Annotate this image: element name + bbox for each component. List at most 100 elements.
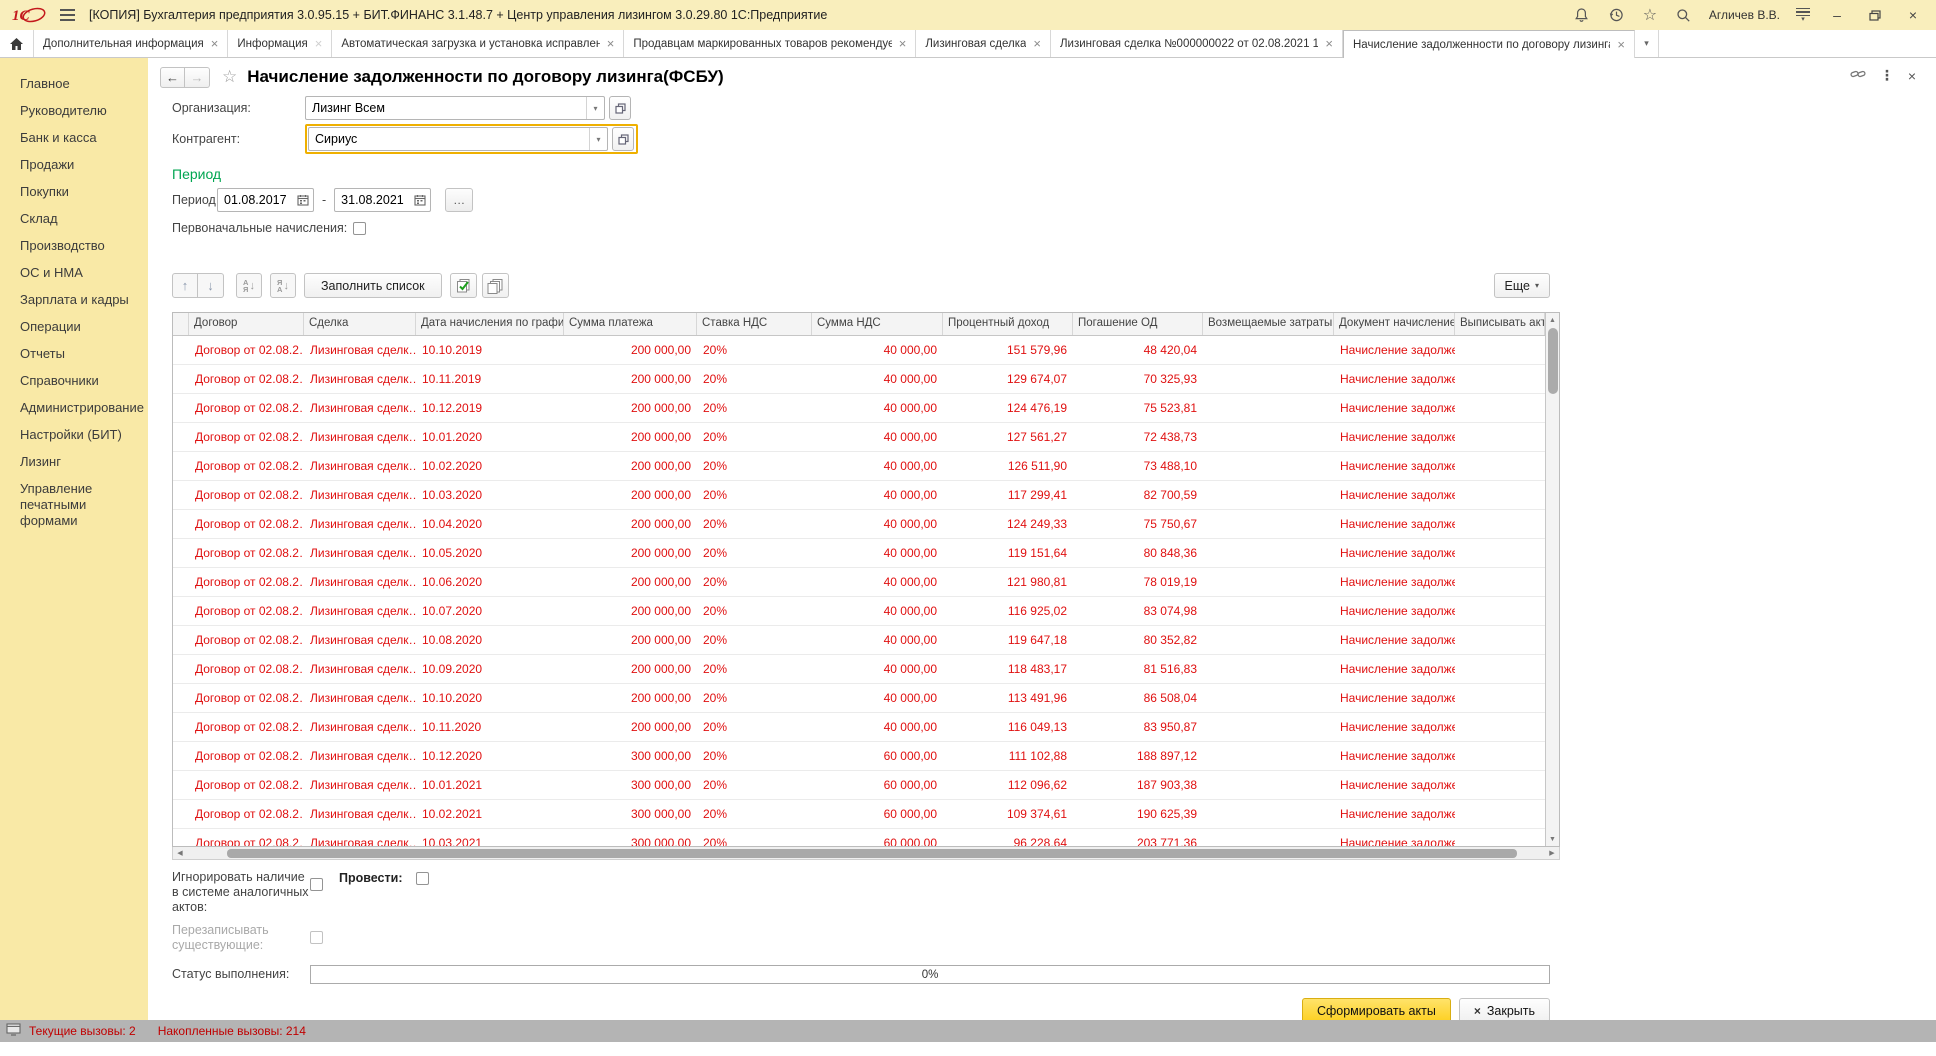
row-select[interactable] (173, 510, 189, 538)
column-header-4[interactable]: Сумма платежа (564, 313, 697, 335)
cell-document[interactable]: Начисление задолже… (1334, 684, 1455, 712)
cell-document[interactable]: Начисление задолже… (1334, 742, 1455, 770)
table-row[interactable]: Договор от 02.08.2…Лизинговая сделк…10.0… (173, 423, 1545, 452)
cell-vat-sum[interactable]: 40 000,00 (812, 394, 943, 422)
more-menu-icon[interactable]: ⋮ (1880, 67, 1894, 84)
cell-date[interactable]: 10.06.2020 (416, 568, 564, 596)
cell-reimbursed[interactable] (1203, 423, 1334, 451)
row-select[interactable] (173, 394, 189, 422)
cell-interest[interactable]: 121 980,81 (943, 568, 1073, 596)
tab-close-icon[interactable]: × (211, 39, 219, 49)
home-tab[interactable] (0, 30, 34, 57)
row-select[interactable] (173, 481, 189, 509)
get-link-icon[interactable] (1850, 67, 1866, 84)
cell-date[interactable]: 10.09.2020 (416, 655, 564, 683)
cell-deal[interactable]: Лизинговая сделк… (304, 829, 416, 846)
cell-date[interactable]: 10.10.2019 (416, 336, 564, 364)
cell-payment[interactable]: 200 000,00 (564, 713, 697, 741)
cell-interest[interactable]: 96 228,64 (943, 829, 1073, 846)
cell-act[interactable] (1455, 452, 1545, 480)
move-up-button[interactable]: ↑ (172, 273, 198, 298)
cell-interest[interactable]: 112 096,62 (943, 771, 1073, 799)
cell-vat-rate[interactable]: 20% (697, 510, 812, 538)
row-select[interactable] (173, 597, 189, 625)
sidebar-item-2[interactable]: Банк и касса (20, 124, 142, 151)
cell-vat-rate[interactable]: 20% (697, 771, 812, 799)
current-user[interactable]: Агличев В.В. (1709, 8, 1780, 22)
cell-document[interactable]: Начисление задолже… (1334, 829, 1455, 846)
cell-vat-sum[interactable]: 40 000,00 (812, 510, 943, 538)
cell-contract[interactable]: Договор от 02.08.2… (189, 742, 304, 770)
cell-principal[interactable]: 83 074,98 (1073, 597, 1203, 625)
table-row[interactable]: Договор от 02.08.2…Лизинговая сделк…10.0… (173, 539, 1545, 568)
cell-act[interactable] (1455, 655, 1545, 683)
cell-document[interactable]: Начисление задолже… (1334, 539, 1455, 567)
minimize-button[interactable]: – (1826, 5, 1848, 25)
sidebar-item-5[interactable]: Склад (20, 205, 142, 232)
cell-vat-rate[interactable]: 20% (697, 626, 812, 654)
cell-act[interactable] (1455, 510, 1545, 538)
tab-close-icon[interactable]: × (607, 39, 615, 49)
cell-payment[interactable]: 200 000,00 (564, 510, 697, 538)
cell-contract[interactable]: Договор от 02.08.2… (189, 365, 304, 393)
row-select[interactable] (173, 452, 189, 480)
row-select[interactable] (173, 655, 189, 683)
sidebar-item-1[interactable]: Руководителю (20, 97, 142, 124)
cell-deal[interactable]: Лизинговая сделк… (304, 568, 416, 596)
cell-contract[interactable]: Договор от 02.08.2… (189, 423, 304, 451)
column-header-0[interactable] (173, 313, 189, 335)
cell-document[interactable]: Начисление задолже… (1334, 365, 1455, 393)
cell-interest[interactable]: 111 102,88 (943, 742, 1073, 770)
cell-act[interactable] (1455, 481, 1545, 509)
cell-principal[interactable]: 82 700,59 (1073, 481, 1203, 509)
table-row[interactable]: Договор от 02.08.2…Лизинговая сделк…10.0… (173, 597, 1545, 626)
cell-vat-sum[interactable]: 40 000,00 (812, 626, 943, 654)
cell-vat-sum[interactable]: 40 000,00 (812, 481, 943, 509)
cell-act[interactable] (1455, 684, 1545, 712)
cell-act[interactable] (1455, 336, 1545, 364)
cell-principal[interactable]: 187 903,38 (1073, 771, 1203, 799)
cell-date[interactable]: 10.05.2020 (416, 539, 564, 567)
organization-input[interactable]: Лизинг Всем ▾ (305, 96, 605, 120)
cell-contract[interactable]: Договор от 02.08.2… (189, 394, 304, 422)
cell-vat-rate[interactable]: 20% (697, 713, 812, 741)
column-header-3[interactable]: Дата начисления по графику (416, 313, 564, 335)
cell-date[interactable]: 10.07.2020 (416, 597, 564, 625)
cell-date[interactable]: 10.01.2020 (416, 423, 564, 451)
sidebar-item-13[interactable]: Настройки (БИТ) (20, 421, 142, 448)
cell-reimbursed[interactable] (1203, 365, 1334, 393)
cell-principal[interactable]: 80 352,82 (1073, 626, 1203, 654)
cell-reimbursed[interactable] (1203, 597, 1334, 625)
contractor-dropdown-icon[interactable]: ▾ (589, 128, 607, 150)
cell-interest[interactable]: 117 299,41 (943, 481, 1073, 509)
tab-5[interactable]: Лизинговая сделка №000000022 от 02.08.20… (1051, 30, 1343, 57)
contractor-input[interactable]: Сириус ▾ (308, 127, 608, 151)
cell-interest[interactable]: 151 579,96 (943, 336, 1073, 364)
sidebar-item-15[interactable]: Управление печатными формами (20, 475, 142, 534)
cell-payment[interactable]: 200 000,00 (564, 452, 697, 480)
cell-reimbursed[interactable] (1203, 655, 1334, 683)
cell-deal[interactable]: Лизинговая сделк… (304, 742, 416, 770)
sidebar-item-9[interactable]: Операции (20, 313, 142, 340)
cell-contract[interactable]: Договор от 02.08.2… (189, 597, 304, 625)
cell-document[interactable]: Начисление задолже… (1334, 452, 1455, 480)
cell-principal[interactable]: 78 019,19 (1073, 568, 1203, 596)
table-row[interactable]: Договор от 02.08.2…Лизинговая сделк…10.1… (173, 394, 1545, 423)
cell-principal[interactable]: 48 420,04 (1073, 336, 1203, 364)
cell-document[interactable]: Начисление задолже… (1334, 423, 1455, 451)
sidebar-item-7[interactable]: ОС и НМА (20, 259, 142, 286)
cell-document[interactable]: Начисление задолже… (1334, 597, 1455, 625)
row-select[interactable] (173, 539, 189, 567)
cell-deal[interactable]: Лизинговая сделк… (304, 800, 416, 828)
history-icon[interactable] (1607, 6, 1625, 24)
cell-document[interactable]: Начисление задолже… (1334, 336, 1455, 364)
row-select[interactable] (173, 829, 189, 846)
scroll-down-icon[interactable]: ▼ (1546, 832, 1559, 846)
sidebar-item-8[interactable]: Зарплата и кадры (20, 286, 142, 313)
column-header-5[interactable]: Ставка НДС (697, 313, 812, 335)
cell-reimbursed[interactable] (1203, 568, 1334, 596)
cell-contract[interactable]: Договор от 02.08.2… (189, 336, 304, 364)
cell-payment[interactable]: 200 000,00 (564, 655, 697, 683)
tab-close-icon[interactable]: × (1617, 40, 1625, 50)
cell-payment[interactable]: 200 000,00 (564, 394, 697, 422)
